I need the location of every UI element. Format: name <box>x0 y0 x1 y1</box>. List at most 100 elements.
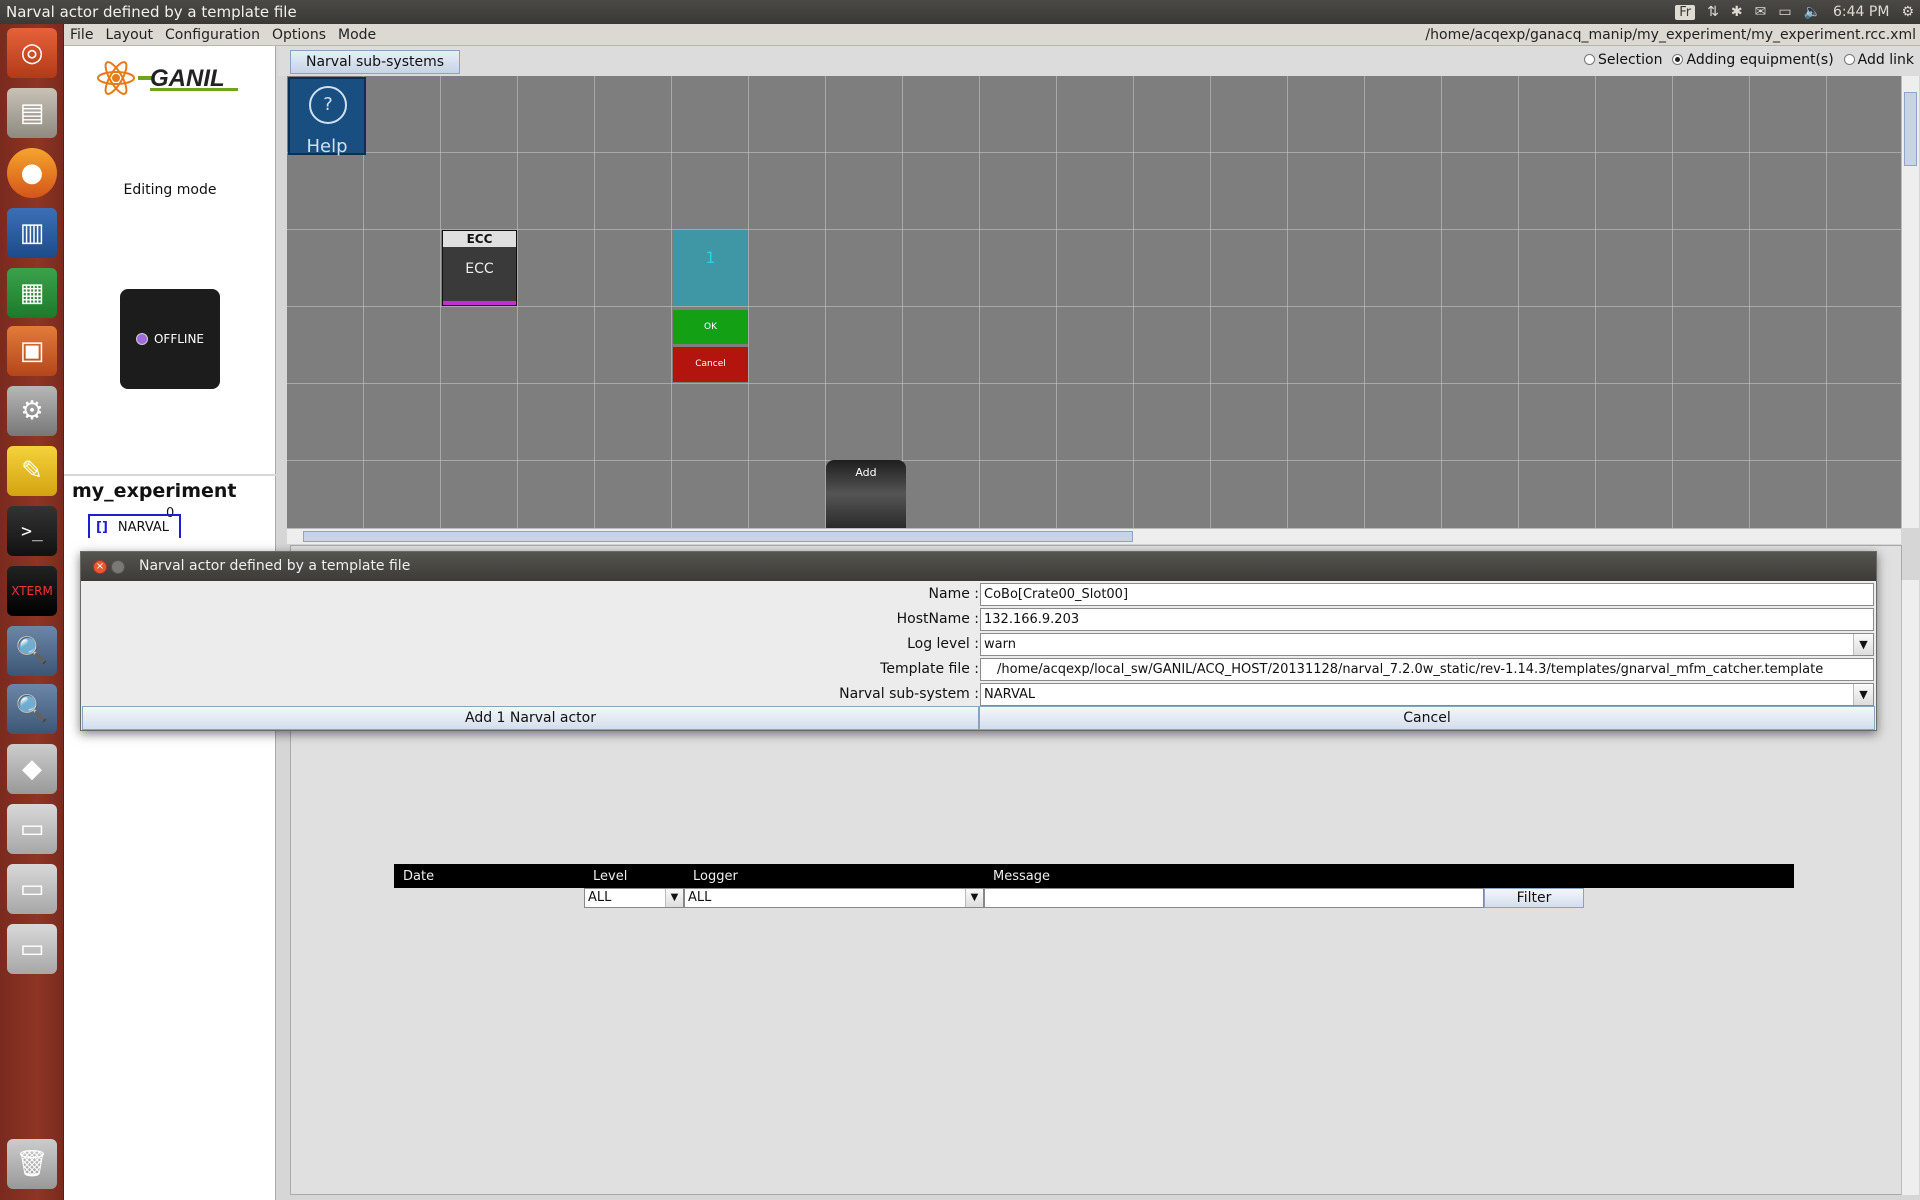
mode-selector: Selection Adding equipment(s) Add link <box>1583 52 1914 68</box>
file-path: /home/acqexp/ganacq_manip/my_experiment/… <box>1425 27 1916 43</box>
system-top-bar: Narval actor defined by a template file … <box>0 0 1920 24</box>
level-filter-select[interactable]: ALL ▼ <box>584 888 684 908</box>
java-app-icon[interactable]: ◆ <box>7 744 57 794</box>
col-logger[interactable]: Logger <box>693 869 738 884</box>
template-file-field[interactable]: /home/acqexp/local_sw/GANIL/ACQ_HOST/201… <box>980 658 1874 681</box>
menu-mode[interactable]: Mode <box>332 27 382 43</box>
settings-icon[interactable]: ⚙ <box>7 386 57 436</box>
help-label: Help <box>306 136 348 157</box>
menu-options[interactable]: Options <box>266 27 332 43</box>
tab-narval-subsystems[interactable]: Narval sub-systems <box>290 50 461 74</box>
col-level[interactable]: Level <box>593 869 627 884</box>
mode-adding-equipment[interactable]: Adding equipment(s) <box>1672 52 1834 68</box>
drive-icon[interactable]: ▭ <box>7 804 57 854</box>
menu-layout[interactable]: Layout <box>99 27 159 43</box>
log-level-value: warn <box>984 637 1016 652</box>
drive-icon-2[interactable]: ▭ <box>7 864 57 914</box>
name-row: Name : CoBo[Crate00_Slot00] <box>81 582 1876 607</box>
name-label: Name : <box>928 586 979 602</box>
mail-icon[interactable]: ✉ <box>1755 4 1767 20</box>
subsystem-select[interactable]: NARVAL ▼ <box>980 683 1874 706</box>
gear-icon[interactable]: ⚙ <box>1901 4 1914 20</box>
calc-icon[interactable]: ▦ <box>7 268 57 318</box>
svg-text:GANIL: GANIL <box>150 65 225 92</box>
subsystem-row: Narval sub-system : NARVAL ▼ <box>81 682 1876 707</box>
ubuntu-home-icon[interactable]: ◎ <box>7 28 57 78</box>
menu-bar: File Layout Configuration Options Mode /… <box>64 24 1920 46</box>
status-box: OFFLINE <box>120 289 220 389</box>
usb-drive-icon[interactable]: ▭ <box>7 924 57 974</box>
chevron-down-icon: ▼ <box>1853 634 1873 655</box>
ok-button[interactable]: OK <box>673 310 748 344</box>
ecc-actor-block[interactable]: ECC ECC <box>442 230 517 306</box>
add-narval-actor-button[interactable]: Add 1 Narval actor <box>82 706 979 730</box>
message-filter-input[interactable] <box>984 888 1484 908</box>
firefox-icon[interactable]: ● <box>7 148 57 198</box>
minimize-icon[interactable] <box>111 560 125 574</box>
menu-configuration[interactable]: Configuration <box>159 27 266 43</box>
scroll-thumb[interactable] <box>1904 92 1917 166</box>
name-field[interactable]: CoBo[Crate00_Slot00] <box>980 583 1874 606</box>
canvas-horizontal-scrollbar[interactable] <box>287 528 1901 544</box>
system-tray: Fr ⇅ ✱ ✉ ▭ 🔈 6:44 PM ⚙ <box>1675 0 1914 24</box>
narval-actor-dialog: × Narval actor defined by a template fil… <box>80 551 1877 731</box>
writer-icon[interactable]: ▥ <box>7 208 57 258</box>
files-icon[interactable]: ▤ <box>7 88 57 138</box>
log-table-header: Date Level Logger Message <box>394 864 1794 888</box>
scroll-thumb[interactable] <box>303 531 1133 542</box>
template-file-row: Template file : /home/acqexp/local_sw/GA… <box>81 657 1876 682</box>
status-dot-icon <box>135 333 148 345</box>
help-button[interactable]: ? Help <box>288 77 366 157</box>
log-filters: ALL ▼ ALL ▼ Filter <box>394 888 1794 910</box>
window-title: Narval actor defined by a template file <box>6 3 297 21</box>
equipment-canvas[interactable] <box>287 76 1901 528</box>
log-level-row: Log level : warn ▼ <box>81 632 1876 657</box>
new-actor-block[interactable]: 1 <box>673 230 748 306</box>
chevron-down-icon: ▼ <box>965 889 983 907</box>
experiment-title: my_experiment <box>72 480 237 502</box>
clock[interactable]: 6:44 PM <box>1833 4 1889 20</box>
dialog-title: Narval actor defined by a template file <box>139 558 411 574</box>
dialog-titlebar: × Narval actor defined by a template fil… <box>81 552 1876 581</box>
panel-divider <box>64 474 276 476</box>
text-editor-icon[interactable]: ✎ <box>7 446 57 496</box>
mode-selection[interactable]: Selection <box>1583 52 1662 68</box>
filter-button[interactable]: Filter <box>1484 888 1584 908</box>
keyboard-layout-indicator[interactable]: Fr <box>1675 4 1696 20</box>
radio-icon <box>1843 54 1855 65</box>
terminal-icon[interactable]: >_ <box>7 506 57 556</box>
xterm-icon[interactable]: XTERM <box>7 566 57 616</box>
impress-icon[interactable]: ▣ <box>7 326 57 376</box>
chevron-down-icon: ▼ <box>1853 684 1873 705</box>
logger-filter-select[interactable]: ALL ▼ <box>684 888 984 908</box>
magnifier-icon[interactable]: 🔍 <box>7 626 57 676</box>
col-date[interactable]: Date <box>403 869 434 884</box>
lower-vertical-scrollbar[interactable] <box>1901 580 1919 1195</box>
hostname-field[interactable]: 132.166.9.203 <box>980 608 1874 631</box>
template-file-label: Template file : <box>880 661 979 677</box>
network-icon[interactable]: ⇅ <box>1707 4 1719 20</box>
magnifier-icon-2[interactable]: 🔍 <box>7 684 57 734</box>
mode-add-link[interactable]: Add link <box>1843 52 1914 68</box>
ecc-body: ECC <box>465 261 494 277</box>
cancel-placement-button[interactable]: Cancel <box>673 347 748 382</box>
editing-mode-label: Editing mode <box>123 182 217 198</box>
close-icon[interactable]: × <box>93 560 107 574</box>
col-message[interactable]: Message <box>993 869 1050 884</box>
log-level-select[interactable]: warn ▼ <box>980 633 1874 656</box>
dialog-cancel-button[interactable]: Cancel <box>979 706 1875 730</box>
battery-icon[interactable]: ▭ <box>1778 4 1791 20</box>
status-label: OFFLINE <box>153 332 205 346</box>
bluetooth-icon[interactable]: ✱ <box>1731 4 1743 20</box>
menu-file[interactable]: File <box>64 27 99 43</box>
canvas-vertical-scrollbar[interactable] <box>1901 76 1919 528</box>
add-button[interactable]: Add <box>826 460 906 528</box>
tab-bar: Narval sub-systems Selection Adding equi… <box>278 46 1920 76</box>
hostname-row: HostName : 132.166.9.203 <box>81 607 1876 632</box>
tree-item-narval[interactable]: [] NARVAL <box>88 514 181 538</box>
subsystem-label: Narval sub-system : <box>839 686 979 702</box>
ecc-status-bar <box>443 301 516 305</box>
volume-icon[interactable]: 🔈 <box>1804 4 1821 20</box>
trash-icon[interactable]: 🗑 <box>7 1139 57 1189</box>
chevron-down-icon: ▼ <box>665 889 683 907</box>
